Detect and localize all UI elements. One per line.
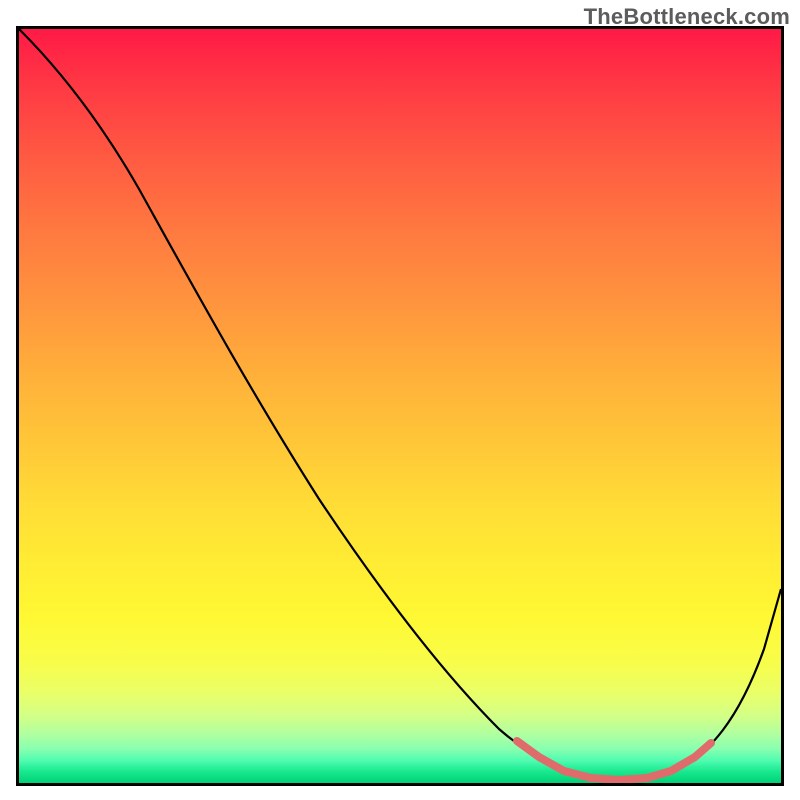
line-layer <box>19 29 781 783</box>
curve-highlight <box>517 741 711 780</box>
plot-area <box>16 26 784 786</box>
curve-main <box>19 29 781 779</box>
chart-canvas: TheBottleneck.com <box>0 0 800 800</box>
